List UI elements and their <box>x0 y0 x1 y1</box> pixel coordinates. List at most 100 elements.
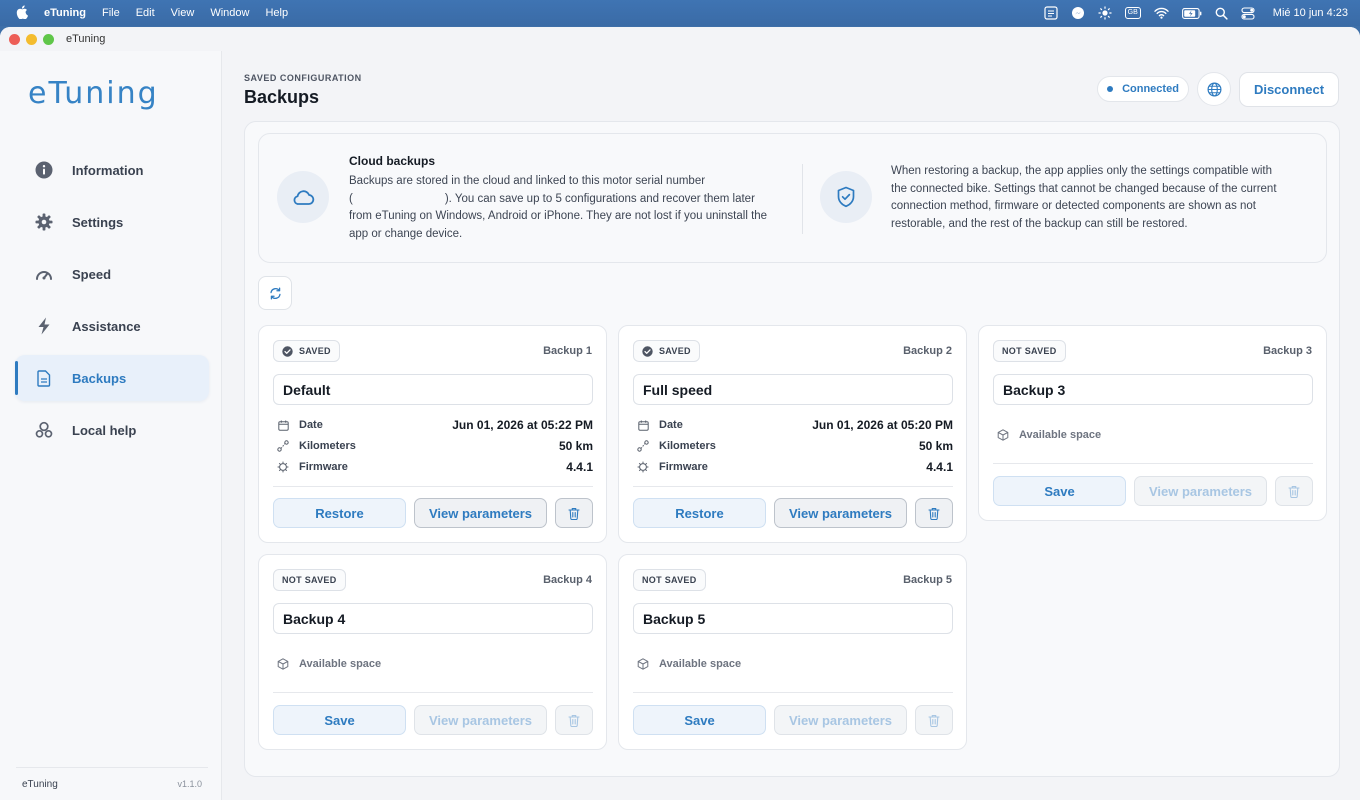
spotlight-search-icon[interactable] <box>1215 7 1228 20</box>
card-divider <box>633 692 953 693</box>
view-parameters-button[interactable]: View parameters <box>1134 476 1267 506</box>
available-space-row: Available space <box>637 655 741 673</box>
battery-icon[interactable] <box>1181 7 1202 19</box>
cloud-text-line: Backups are stored in the cloud and link… <box>349 175 706 187</box>
window-zoom-button[interactable] <box>43 33 54 45</box>
disconnect-button[interactable]: Disconnect <box>1239 72 1339 107</box>
save-button[interactable]: Save <box>633 705 766 735</box>
backup-card: NOT SAVED Backup 3 Backup 3 Available sp… <box>978 325 1327 521</box>
available-space-row: Available space <box>277 655 381 673</box>
info-icon <box>34 160 54 180</box>
backup-name-field[interactable]: Backup 3 <box>993 374 1313 405</box>
trash-icon <box>568 714 580 727</box>
messenger-icon[interactable] <box>1071 6 1085 20</box>
card-divider <box>273 486 593 487</box>
refresh-button[interactable] <box>258 276 292 310</box>
available-space-label: Available space <box>1019 429 1102 441</box>
backup-slot-label: Backup 1 <box>543 345 592 357</box>
menu-bar: eTuning File Edit View Window Help GB Mi… <box>0 0 1360 26</box>
redacted-serial-number <box>353 193 445 204</box>
backup-slot-label: Backup 4 <box>543 574 592 586</box>
firmware-row: Firmware 4.4.1 <box>637 458 953 476</box>
restore-button[interactable]: Restore <box>273 498 406 528</box>
kilometers-row: Kilometers 50 km <box>637 437 953 455</box>
card-divider <box>633 486 953 487</box>
status-badge-label: NOT SAVED <box>642 575 697 585</box>
calendar-icon <box>637 419 649 431</box>
backup-name-field[interactable]: Full speed <box>633 374 953 405</box>
status-badge: NOT SAVED <box>273 569 346 591</box>
delete-button[interactable] <box>1275 476 1313 506</box>
status-badge-label: SAVED <box>299 346 331 356</box>
sidebar-item-speed[interactable]: Speed <box>15 251 209 297</box>
menu-clock[interactable]: Mié 10 jun 4:23 <box>1273 7 1348 19</box>
backup-card: SAVED Backup 2 Full speed Date Jun 01, 2… <box>618 325 967 543</box>
shield-icon-container <box>820 171 872 223</box>
sidebar: eTuning Information Settings Speed Assis… <box>0 51 222 800</box>
window-close-button[interactable] <box>9 33 20 45</box>
speedometer-icon <box>34 264 54 284</box>
input-source-icon[interactable] <box>1044 6 1058 20</box>
language-button[interactable] <box>1197 72 1231 106</box>
delete-button[interactable] <box>555 705 593 735</box>
calendar-icon <box>277 419 289 431</box>
control-center-icon[interactable] <box>1241 6 1255 20</box>
menu-edit[interactable]: Edit <box>136 7 155 19</box>
available-space-row: Available space <box>997 426 1101 444</box>
app-window: eTuning eTuning Information Settings Spe… <box>0 27 1360 800</box>
restore-button[interactable]: Restore <box>633 498 766 528</box>
apple-icon[interactable] <box>16 4 30 22</box>
save-button[interactable]: Save <box>993 476 1126 506</box>
connection-status-label: Connected <box>1122 83 1179 95</box>
cloud-text-line: app or change device. <box>349 227 463 240</box>
check-circle-icon <box>642 345 653 357</box>
window-minimize-button[interactable] <box>26 33 37 45</box>
status-badge: SAVED <box>273 340 340 362</box>
menu-window[interactable]: Window <box>210 7 249 19</box>
shield-check-icon <box>836 186 856 208</box>
sidebar-item-local-help[interactable]: Local help <box>15 407 209 453</box>
date-row: Date Jun 01, 2026 at 05:20 PM <box>637 416 953 434</box>
menu-file[interactable]: File <box>102 7 120 19</box>
cloud-icon <box>291 188 315 206</box>
delete-button[interactable] <box>915 705 953 735</box>
sidebar-item-information[interactable]: Information <box>15 147 209 193</box>
trash-icon <box>928 714 940 727</box>
keyboard-layout-indicator[interactable]: GB <box>1124 7 1141 19</box>
cloud-backups-text: Backups are stored in the cloud and link… <box>349 173 767 243</box>
sidebar-item-backups[interactable]: Backups <box>15 355 209 401</box>
backup-name-field[interactable]: Default <box>273 374 593 405</box>
app-logo: eTuning <box>28 76 159 111</box>
cloud-text-line: from eTuning on Windows, Android or iPho… <box>349 210 768 222</box>
box-icon <box>277 658 289 670</box>
save-button[interactable]: Save <box>273 705 406 735</box>
view-parameters-button[interactable]: View parameters <box>414 498 547 528</box>
menu-app-name[interactable]: eTuning <box>44 7 86 19</box>
backup-slot-label: Backup 2 <box>903 345 952 357</box>
date-label: Date <box>299 419 323 431</box>
wifi-icon[interactable] <box>1154 7 1169 19</box>
sidebar-item-settings[interactable]: Settings <box>15 199 209 245</box>
brightness-icon[interactable] <box>1098 6 1112 20</box>
status-dot <box>1107 86 1114 92</box>
sidebar-item-assistance[interactable]: Assistance <box>15 303 209 349</box>
page-title: Backups <box>244 87 320 107</box>
cloud-icon-container <box>277 171 329 223</box>
firmware-label: Firmware <box>659 461 708 473</box>
delete-button[interactable] <box>915 498 953 528</box>
delete-button[interactable] <box>555 498 593 528</box>
view-parameters-button[interactable]: View parameters <box>774 498 907 528</box>
view-parameters-button[interactable]: View parameters <box>414 705 547 735</box>
kilometers-label: Kilometers <box>299 440 356 452</box>
kilometers-row: Kilometers 50 km <box>277 437 593 455</box>
menu-view[interactable]: View <box>171 7 195 19</box>
backup-card: NOT SAVED Backup 5 Backup 5 Available sp… <box>618 554 967 750</box>
trash-icon <box>1288 485 1300 498</box>
backup-name-field[interactable]: Backup 5 <box>633 603 953 634</box>
view-parameters-button[interactable]: View parameters <box>774 705 907 735</box>
backup-name-field[interactable]: Backup 4 <box>273 603 593 634</box>
window-title: eTuning <box>66 33 106 45</box>
available-space-label: Available space <box>299 658 382 670</box>
document-icon <box>34 368 54 388</box>
menu-help[interactable]: Help <box>265 7 288 19</box>
